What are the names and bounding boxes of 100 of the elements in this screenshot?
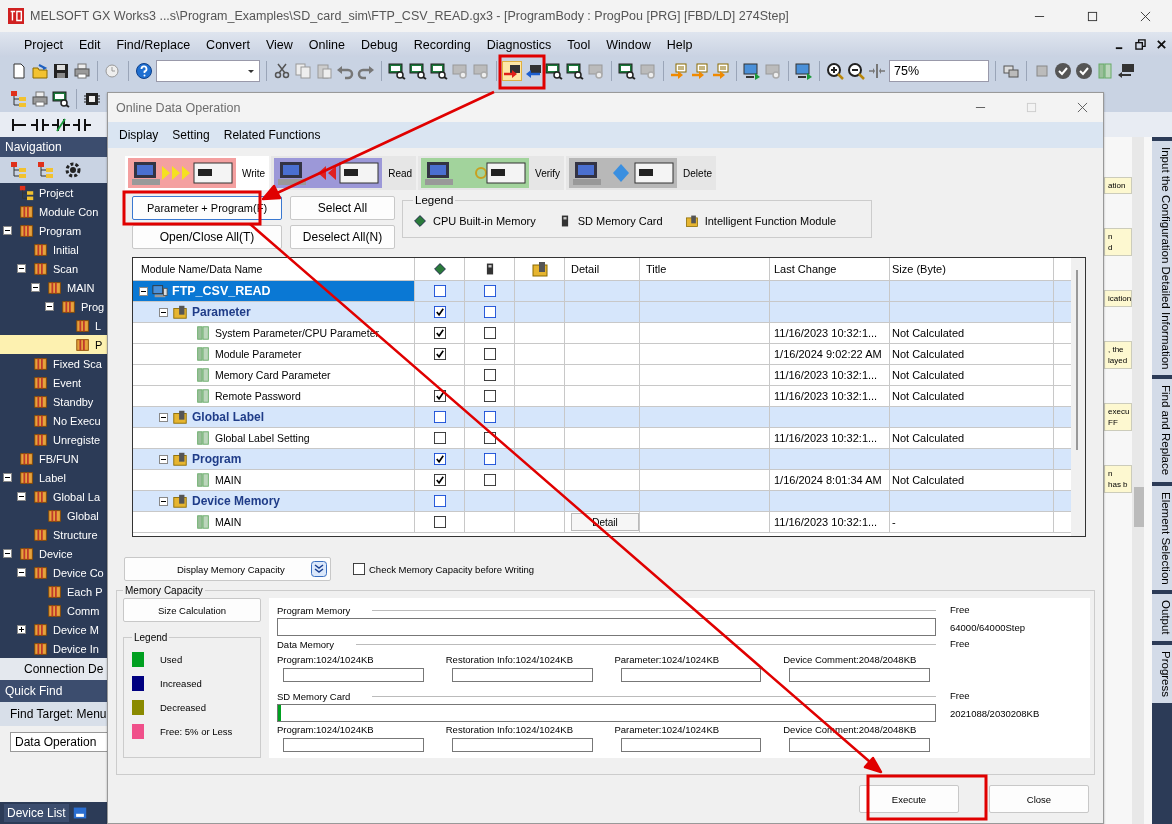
printer-icon[interactable] — [31, 89, 49, 108]
close-icon[interactable] — [1156, 39, 1167, 50]
collapse-icon[interactable] — [17, 264, 26, 273]
tree-item[interactable]: Comm — [0, 601, 107, 620]
tree-item[interactable]: Initial — [0, 240, 107, 259]
menu-item[interactable]: Tool — [559, 37, 599, 52]
tree-icon[interactable] — [10, 89, 28, 108]
search-field[interactable]: Data Operation — [10, 732, 107, 752]
scissors-icon[interactable] — [273, 62, 291, 80]
mode-tab[interactable]: Delete — [566, 156, 716, 190]
menu-item[interactable]: Convert — [198, 37, 258, 52]
menu-item[interactable]: Online — [300, 37, 353, 52]
save-icon[interactable] — [52, 62, 70, 80]
tree-item[interactable]: Scan — [0, 259, 107, 278]
restore-icon[interactable] — [1135, 39, 1146, 50]
collapse-icon[interactable] — [31, 283, 40, 292]
dialog-button[interactable]: Deselect All(N) — [290, 225, 395, 249]
printer-icon[interactable] — [73, 62, 91, 80]
checkbox[interactable] — [433, 411, 446, 423]
menu-item[interactable]: Display — [112, 128, 166, 142]
dropdown-button[interactable]: Display Memory Capacity — [124, 557, 331, 581]
zoom-out-icon[interactable] — [847, 62, 865, 80]
size-calculation-button[interactable]: Size Calculation — [123, 598, 261, 622]
folder-icon[interactable] — [31, 62, 49, 80]
tree-item[interactable]: Event — [0, 373, 107, 392]
arrow-into-module-icon[interactable] — [503, 62, 521, 80]
tree-item[interactable]: FB/FUN — [0, 449, 107, 468]
side-panel-tab[interactable]: Find and Replace — [1152, 379, 1172, 482]
monitor-search-icon[interactable] — [409, 62, 427, 80]
collapse-icon[interactable] — [159, 412, 168, 422]
monitor-search-icon[interactable] — [388, 62, 406, 80]
tree-item[interactable]: P — [0, 335, 107, 354]
close-icon[interactable] — [1140, 10, 1151, 22]
menu-item[interactable]: View — [257, 37, 301, 52]
tree-item[interactable]: Global Label — [133, 407, 415, 427]
monitor-search-icon[interactable] — [618, 62, 636, 80]
dropdown-arrow-icon[interactable] — [247, 67, 255, 75]
tree-item[interactable]: Label — [0, 468, 107, 487]
connection-bar[interactable]: Connection De — [0, 658, 107, 680]
check-circle-icon[interactable] — [1075, 62, 1093, 80]
collapse-icon[interactable] — [3, 226, 12, 235]
checkbox[interactable] — [483, 285, 496, 297]
column-header[interactable]: Last Change — [770, 258, 890, 280]
tree-item[interactable]: Standby — [0, 392, 107, 411]
tree-item[interactable]: Prog — [0, 297, 107, 316]
monitor-arrow-icon[interactable] — [743, 62, 761, 80]
monitor-search-icon[interactable] — [430, 62, 448, 80]
checkbox[interactable] — [433, 327, 446, 339]
tree-item[interactable]: Global La — [0, 487, 107, 506]
panel-tab[interactable]: Device List — [4, 804, 69, 822]
tree-item[interactable]: Program — [133, 449, 415, 469]
side-panel-tab[interactable]: Output — [1152, 594, 1172, 641]
tree-item[interactable]: Global Label Setting — [133, 428, 415, 448]
collapse-icon[interactable] — [159, 454, 168, 464]
collapse-icon[interactable] — [159, 496, 168, 506]
checkbox[interactable] — [433, 516, 446, 528]
menu-item[interactable]: Edit — [70, 37, 109, 52]
checkbox[interactable] — [433, 432, 446, 444]
tree-item[interactable]: Unregiste — [0, 430, 107, 449]
mode-tab[interactable]: Read — [271, 156, 417, 190]
tree-item[interactable]: FTP_CSV_READ — [133, 281, 415, 301]
checkbox[interactable] — [483, 327, 496, 339]
collapse-icon[interactable] — [17, 568, 26, 577]
checkbox[interactable] — [433, 453, 446, 465]
tree-item[interactable]: No Execu — [0, 411, 107, 430]
tree-item[interactable]: Each P — [0, 582, 107, 601]
monitor-search-icon[interactable] — [566, 62, 584, 80]
tree-item[interactable]: Memory Card Parameter — [133, 365, 415, 385]
tree-item[interactable]: Remote Password — [133, 386, 415, 406]
checkbox[interactable] — [483, 306, 496, 318]
return-arrow-icon[interactable] — [1117, 62, 1135, 80]
column-header[interactable]: Size (Byte) — [890, 258, 1054, 280]
windows-icon[interactable] — [1002, 62, 1020, 80]
tree-item[interactable]: Device — [0, 544, 107, 563]
scrollbar-track[interactable] — [1132, 137, 1144, 824]
collapse-icon[interactable] — [159, 307, 168, 317]
checkbox[interactable] — [433, 348, 446, 360]
checkbox[interactable] — [483, 369, 496, 381]
dialog-button[interactable]: Execute — [859, 785, 959, 813]
document-arrow-icon[interactable] — [691, 62, 709, 80]
tree-item[interactable]: Module Con — [0, 202, 107, 221]
checkbox[interactable] — [353, 563, 365, 575]
monitor-search-icon[interactable] — [545, 62, 563, 80]
checkbox[interactable] — [483, 474, 496, 486]
side-panel-tab[interactable]: Input the Configuration Detailed Information — [1152, 141, 1172, 376]
monitor-arrow-icon[interactable] — [795, 62, 813, 80]
side-panel-tab[interactable]: Progress — [1152, 644, 1172, 703]
checkbox[interactable] — [433, 474, 446, 486]
monitor-search-icon[interactable] — [52, 89, 70, 108]
tree-item[interactable]: Program — [0, 221, 107, 240]
menu-item[interactable]: Setting — [165, 128, 217, 142]
tree-icon[interactable] — [10, 161, 28, 179]
check-circle-icon[interactable] — [1054, 62, 1072, 80]
settings-icon[interactable] — [64, 161, 82, 179]
help-icon[interactable] — [135, 62, 153, 80]
expand-icon[interactable] — [17, 625, 26, 634]
checkbox[interactable] — [433, 306, 446, 318]
tree-item[interactable]: Device M — [0, 620, 107, 639]
column-header[interactable]: Detail — [565, 258, 640, 280]
tree-item[interactable]: Structure — [0, 525, 107, 544]
